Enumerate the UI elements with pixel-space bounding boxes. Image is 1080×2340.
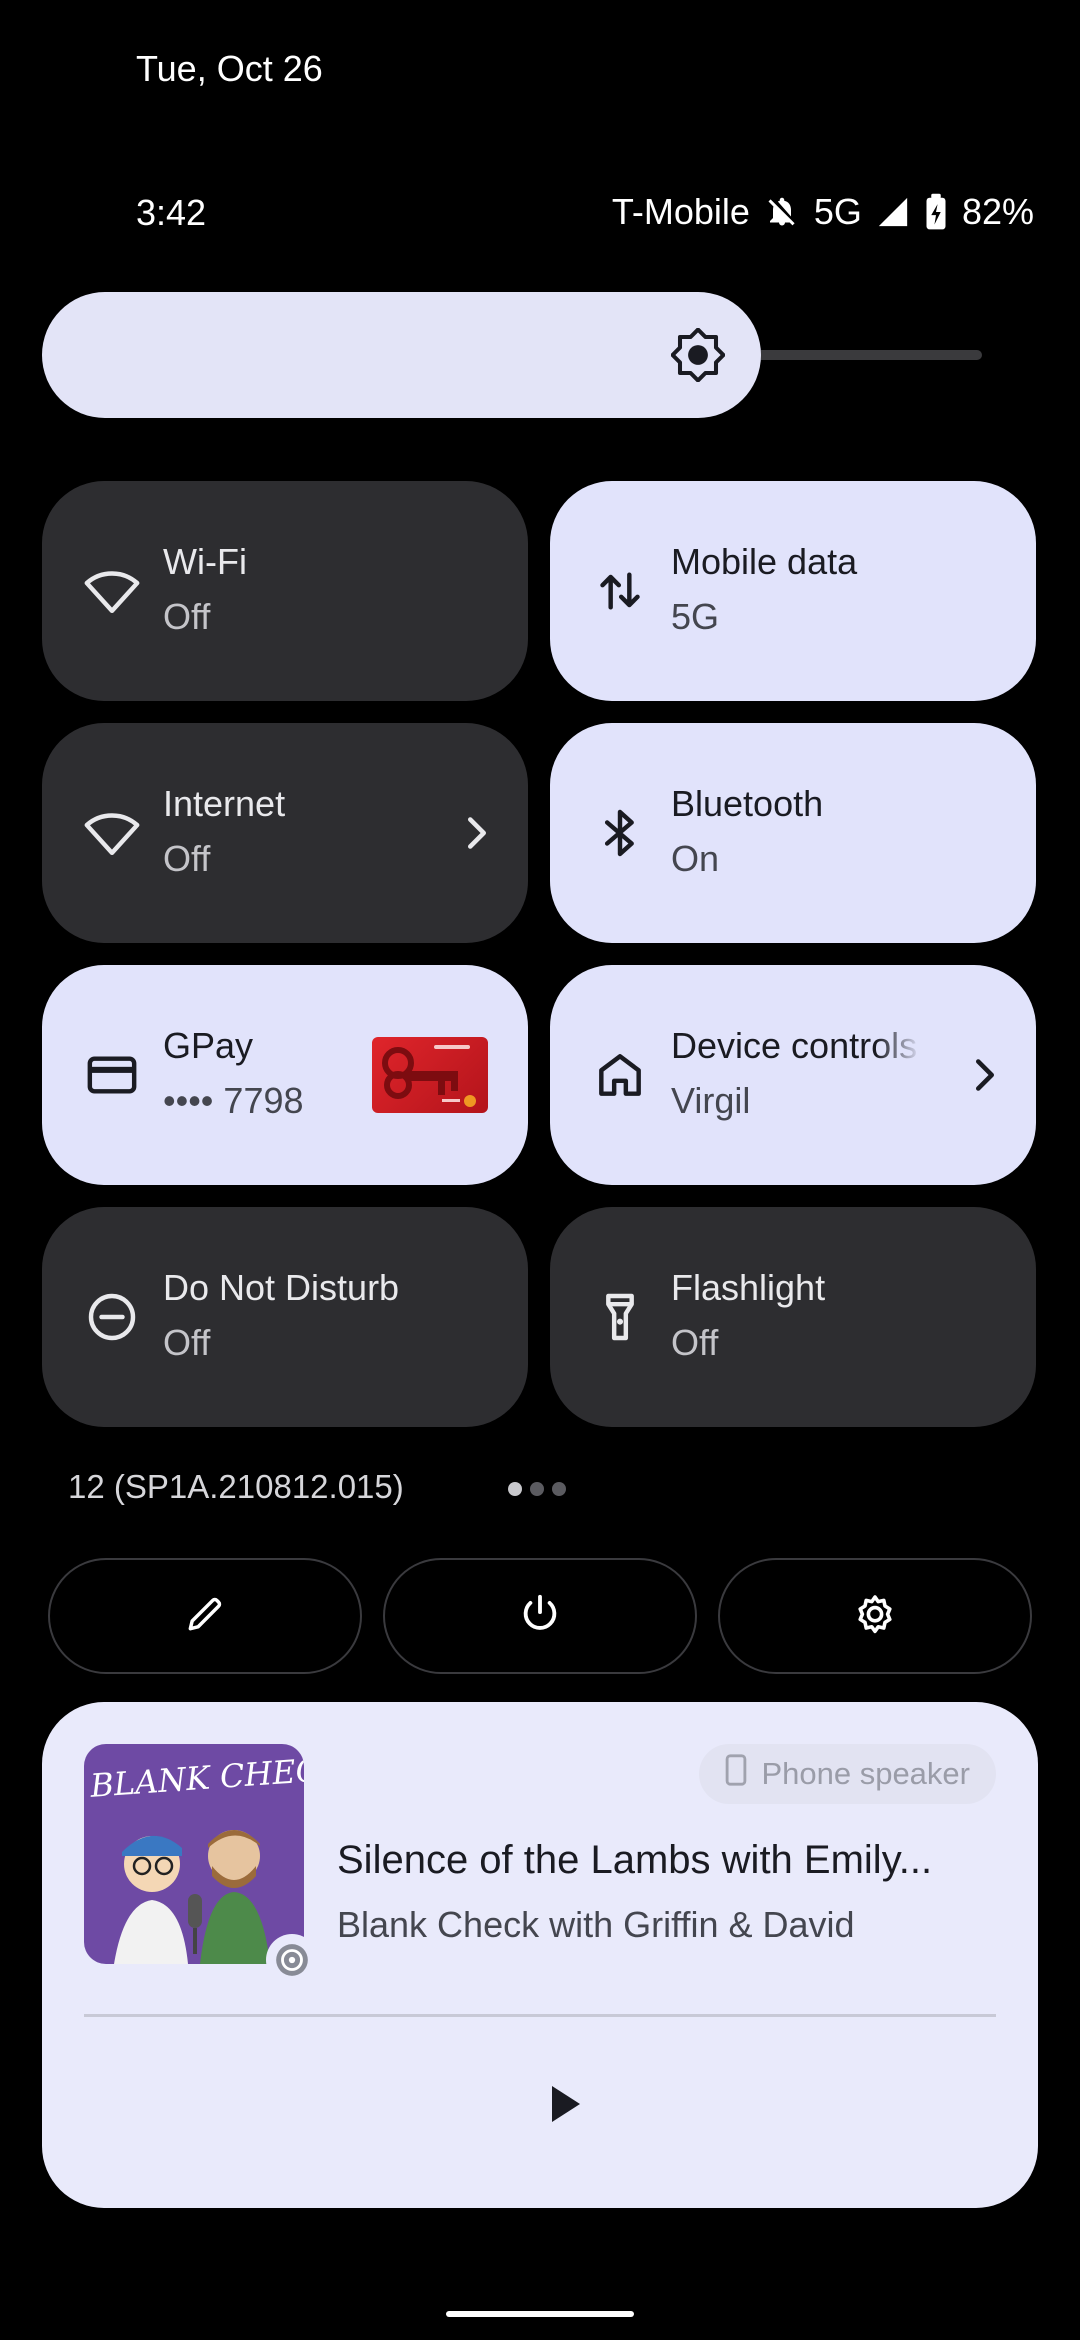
tile-status: •••• 7798	[163, 1080, 304, 1121]
chevron-right-icon	[462, 815, 492, 851]
podcast-artwork: BLANK CHECK	[84, 1744, 304, 1964]
tile-title: GPay	[163, 1025, 254, 1066]
page-indicator	[508, 1482, 566, 1496]
bluetooth-icon	[592, 805, 648, 861]
status-bar: T-Mobile 5G 82%	[612, 190, 1034, 234]
flashlight-icon	[592, 1289, 648, 1345]
do-not-disturb-icon	[84, 1289, 140, 1345]
page-dot	[530, 1482, 544, 1496]
battery-charging-icon	[924, 193, 948, 231]
edit-icon	[183, 1592, 227, 1641]
settings-button[interactable]	[718, 1558, 1032, 1674]
tile-status: Off	[671, 1322, 719, 1363]
tile-flashlight[interactable]: Flashlight Off	[550, 1207, 1036, 1427]
tile-title: Wi-Fi	[163, 541, 247, 582]
power-icon	[517, 1591, 563, 1642]
tile-internet[interactable]: Internet Off	[42, 723, 528, 943]
date: Tue, Oct 26	[136, 48, 323, 89]
mobile-data-icon	[592, 563, 648, 619]
play-button[interactable]	[542, 2078, 588, 2130]
internet-icon	[84, 805, 140, 861]
play-icon	[552, 2086, 580, 2122]
output-device-chip[interactable]: Phone speaker	[699, 1744, 996, 1804]
wifi-icon	[84, 563, 140, 619]
tile-wifi[interactable]: Wi-Fi Off	[42, 481, 528, 701]
tile-status: Off	[163, 596, 211, 637]
tile-do-not-disturb[interactable]: Do Not Disturb Off	[42, 1207, 528, 1427]
tile-status: Virgil	[671, 1080, 751, 1121]
phone-icon	[725, 1754, 747, 1794]
tile-mobile-data[interactable]: Mobile data 5G	[550, 481, 1036, 701]
silent-mode-icon	[764, 194, 800, 230]
page-dot	[552, 1482, 566, 1496]
settings-icon	[851, 1590, 899, 1643]
page-dot	[508, 1482, 522, 1496]
tile-title: Bluetooth	[671, 783, 824, 824]
edit-button[interactable]	[48, 1558, 362, 1674]
tile-status: Off	[163, 1322, 211, 1363]
media-player-card[interactable]: BLANK CHECK Phone speaker Silence of the…	[42, 1702, 1038, 2208]
podcast-app-icon	[266, 1934, 318, 1986]
tile-title: Mobile data	[671, 541, 858, 582]
media-artist: Blank Check with Griffin & David	[337, 1904, 855, 1945]
tile-title: Internet	[163, 783, 286, 824]
tile-gpay[interactable]: GPay •••• 7798	[42, 965, 528, 1185]
gesture-navigation-bar[interactable]	[446, 2311, 634, 2317]
tile-status: On	[671, 838, 720, 879]
payment-card-image	[372, 1037, 488, 1113]
power-button[interactable]	[383, 1558, 697, 1674]
brightness-fill	[42, 292, 761, 418]
tile-title: Flashlight	[671, 1267, 826, 1308]
chevron-right-icon	[970, 1057, 1000, 1093]
media-title: Silence of the Lambs with Emily...	[337, 1838, 933, 1882]
clock: 3:42	[136, 192, 207, 233]
tile-device-controls[interactable]: Device controls Virgil	[550, 965, 1036, 1185]
output-device-label: Phone speaker	[761, 1756, 970, 1791]
tile-bluetooth[interactable]: Bluetooth On	[550, 723, 1036, 943]
seek-bar[interactable]	[84, 2014, 996, 2017]
credit-card-icon	[84, 1047, 140, 1103]
signal-icon	[876, 195, 910, 229]
carrier-name: T-Mobile	[611, 191, 750, 232]
tile-status: 5G	[671, 596, 720, 637]
brightness-icon[interactable]	[670, 327, 726, 383]
home-icon	[592, 1047, 648, 1103]
brightness-slider[interactable]	[42, 292, 982, 418]
build-number[interactable]: 12 (SP1A.210812.015)	[68, 1468, 404, 1506]
battery-level: 82%	[961, 191, 1034, 232]
tile-status: Off	[163, 838, 211, 879]
network-type: 5G	[813, 191, 862, 232]
tile-title: Device controls	[671, 1025, 918, 1066]
tile-title: Do Not Disturb	[163, 1267, 400, 1308]
